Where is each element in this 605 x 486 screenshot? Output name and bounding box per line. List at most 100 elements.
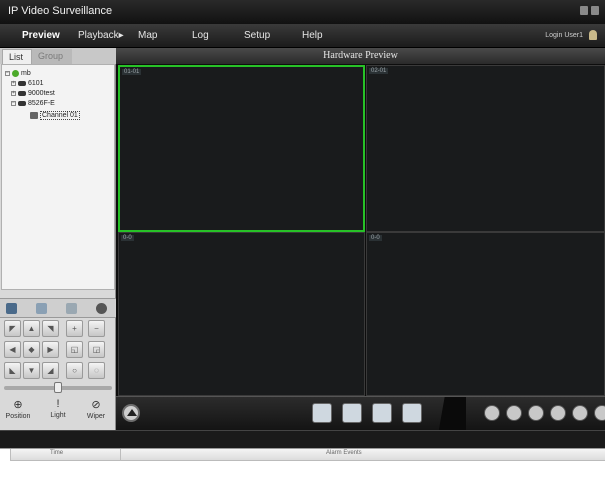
track-icon[interactable] (96, 303, 107, 314)
dvr-icon (18, 91, 26, 96)
preset-icon[interactable] (36, 303, 47, 314)
magnifier-icon: ⊕ (13, 399, 23, 411)
collapse-icon[interactable]: − (5, 71, 10, 76)
login-user[interactable]: Login User1 (545, 32, 583, 39)
record-icon[interactable] (372, 403, 392, 423)
more-icon[interactable] (594, 405, 605, 421)
fullscreen-icon[interactable] (572, 405, 588, 421)
layout-icon[interactable] (484, 405, 500, 421)
toolbar-divider (426, 397, 466, 431)
preview-toolbar (116, 396, 605, 431)
menu-help[interactable]: Help (302, 30, 323, 41)
tree-node-label: Channel 01 (40, 111, 80, 120)
device-tree: − mb + 6101 + 9000test − 8526F-E Channel… (1, 64, 115, 290)
zoom-in-button[interactable]: + (66, 320, 83, 337)
expand-icon[interactable]: + (11, 91, 16, 96)
wiper-icon: ⊘ (91, 399, 101, 411)
ptz-up-button[interactable]: ▲ (23, 320, 40, 337)
position-label: Position (5, 413, 31, 420)
menu-setup[interactable]: Setup (244, 30, 270, 41)
ptz-auto-button[interactable]: ◆ (23, 341, 40, 358)
device-tabs: List Group (0, 48, 116, 64)
minimize-icon[interactable] (580, 6, 588, 15)
ptz-left-button[interactable]: ◀ (4, 341, 21, 358)
menu-log[interactable]: Log (192, 30, 209, 41)
stop-icon[interactable] (402, 403, 422, 423)
app-window: IP Video Surveillance Preview Playback▸ … (0, 0, 605, 486)
title-bar: IP Video Surveillance (0, 0, 605, 24)
preview-title: Hardware Preview (116, 48, 605, 64)
tree-node-device[interactable]: + 9000test (11, 90, 55, 97)
dvr-icon (18, 101, 26, 106)
tab-group[interactable]: Group (32, 49, 72, 64)
menu-map[interactable]: Map (138, 30, 157, 41)
ptz-up-right-button[interactable]: ◥ (42, 320, 59, 337)
collapse-icon[interactable]: − (11, 101, 16, 106)
next-icon[interactable] (528, 405, 544, 421)
window-title: IP Video Surveillance (8, 5, 113, 17)
video-cell[interactable]: 0-0 (366, 232, 605, 396)
expand-icon[interactable]: + (11, 81, 16, 86)
iris-open-button[interactable]: ○ (66, 362, 83, 379)
ptz-down-right-button[interactable]: ◢ (42, 362, 59, 379)
ptz-right-button[interactable]: ▶ (42, 341, 59, 358)
column-time[interactable]: Time (50, 450, 63, 456)
alarm-table-header: Time Alarm Events (10, 449, 605, 461)
light-label: Light (50, 412, 66, 419)
ptz-toolbar (0, 298, 116, 318)
cell-label: 0-0 (369, 235, 382, 241)
column-divider (120, 449, 121, 461)
tree-node-label: 8526F-E (28, 100, 55, 107)
cell-label: 01-01 (122, 69, 142, 75)
ptz-up-left-button[interactable]: ◤ (4, 320, 21, 337)
cell-label: 02-01 (369, 68, 389, 74)
wiper-button[interactable]: ⊘ Wiper (78, 396, 114, 430)
menu-playback[interactable]: Playback▸ (78, 30, 124, 41)
menu-bar: Preview Playback▸ Map Log Setup Help Log… (0, 24, 605, 48)
tree-node-root[interactable]: − mb (5, 70, 31, 77)
prev-icon[interactable] (506, 405, 522, 421)
focus-near-button[interactable]: ◱ (66, 341, 83, 358)
tree-node-device[interactable]: + 6101 (11, 80, 44, 87)
column-divider (10, 449, 11, 461)
alarm-divider (0, 430, 605, 448)
cruise-icon[interactable] (66, 303, 77, 314)
zoom-out-button[interactable]: − (88, 320, 105, 337)
eject-icon[interactable] (122, 404, 140, 422)
video-cell[interactable]: 01-01 (118, 65, 365, 232)
focus-far-button[interactable]: ◲ (88, 341, 105, 358)
tree-node-label: mb (21, 70, 31, 77)
preview-area: Hardware Preview 01-01 02-01 0-0 0-0 (116, 48, 605, 396)
light-icon: ! (56, 398, 60, 410)
root-green-icon (12, 70, 19, 77)
menu-preview[interactable]: Preview (22, 30, 60, 41)
tree-node-device[interactable]: − 8526F-E (11, 100, 55, 107)
lens-controls: ⊕ Position ! Light ⊘ Wiper (0, 396, 116, 430)
iris-close-button[interactable]: ◌ (88, 362, 105, 379)
tree-node-label: 6101 (28, 80, 44, 87)
ptz-down-button[interactable]: ▼ (23, 362, 40, 379)
dvr-icon (18, 81, 26, 86)
light-button[interactable]: ! Light (40, 396, 76, 430)
left-panel: List Group − mb + 6101 + 9000test − 8526… (0, 48, 116, 430)
user-icon (589, 30, 597, 40)
ptz-control-icon[interactable] (6, 303, 17, 314)
ptz-speed-slider[interactable] (4, 382, 112, 393)
ptz-down-left-button[interactable]: ◣ (4, 362, 21, 379)
tab-list[interactable]: List (2, 49, 32, 64)
wiper-label: Wiper (86, 413, 106, 420)
alarm-panel: Time Alarm Events (0, 448, 605, 486)
tree-node-label: 9000test (28, 90, 55, 97)
position-button[interactable]: ⊕ Position (0, 396, 36, 430)
column-alarm-events[interactable]: Alarm Events (326, 450, 362, 456)
cell-label: 0-0 (121, 235, 134, 241)
close-icon[interactable] (591, 6, 599, 15)
video-cell[interactable]: 0-0 (118, 232, 365, 396)
play-icon[interactable] (342, 403, 362, 423)
slider-thumb[interactable] (54, 382, 62, 393)
video-cell[interactable]: 02-01 (366, 65, 605, 232)
split-icon[interactable] (550, 405, 566, 421)
camera-icon (30, 112, 38, 119)
capture-icon[interactable] (312, 403, 332, 423)
tree-node-channel[interactable]: Channel 01 (30, 111, 80, 120)
